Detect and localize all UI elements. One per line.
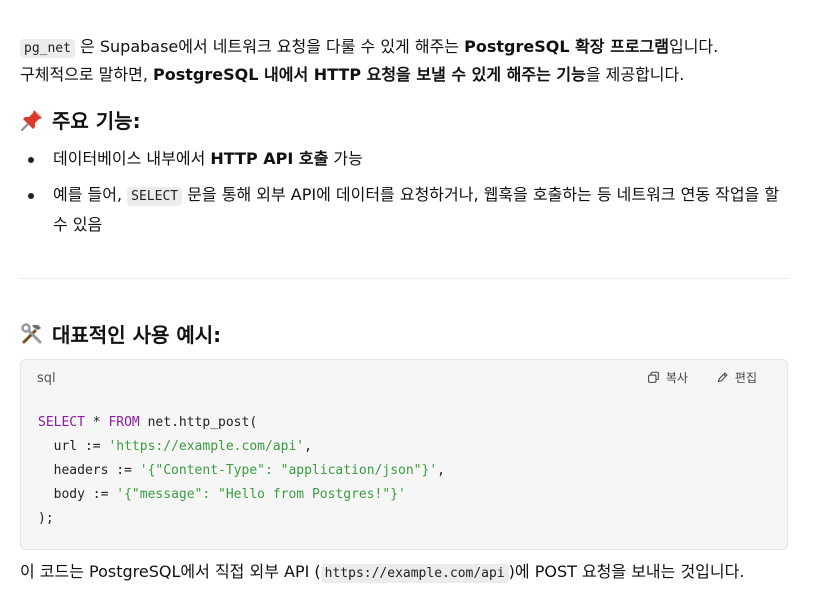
text-run: 구체적으로 말하면,: [20, 65, 154, 84]
text-run: 을 제공합니다.: [585, 65, 685, 84]
code-string: 'https://example.com/api': [108, 439, 305, 454]
intro-line-1: pg_net 은 Supabase에서 네트워크 요청을 다룰 수 있게 해주는…: [20, 36, 718, 60]
code-token: ,: [437, 463, 445, 478]
inline-code: https://example.com/api: [320, 564, 509, 583]
code-string: '{"Content-Type": "application/json"}': [139, 463, 438, 478]
text-run: 이 코드는 PostgreSQL에서 직접 외부 API (: [20, 562, 321, 581]
list-item-text: 데이터베이스 내부에서 HTTP API 호출 가능: [53, 145, 788, 173]
code-line: );: [38, 507, 445, 531]
footer-text: 이 코드는 PostgreSQL에서 직접 외부 API (https://ex…: [20, 560, 744, 586]
edit-button[interactable]: 편집: [716, 369, 757, 386]
code-content: SELECT * FROM net.http_post( url := 'htt…: [38, 411, 445, 531]
edit-label: 편집: [734, 371, 757, 385]
inline-code: SELECT: [127, 187, 183, 206]
copy-label: 복사: [665, 371, 688, 385]
pencil-icon: [717, 372, 728, 383]
code-token: headers :=: [38, 463, 140, 478]
copy-button[interactable]: 복사: [647, 369, 688, 386]
code-keyword: SELECT: [38, 415, 85, 430]
bullet-dot: [28, 193, 34, 199]
examples-heading-text: 대표적인 사용 예시:: [52, 323, 222, 347]
chat-message: pg_net 은 Supabase에서 네트워크 요청을 다룰 수 있게 해주는…: [20, 0, 790, 608]
inline-code: pg_net: [20, 39, 75, 58]
intro-line-2: 구체적으로 말하면, PostgreSQL 내에서 HTTP 요청을 보낼 수 …: [20, 64, 684, 86]
hammer-wrench-icon: [20, 322, 44, 346]
text-run: 은 Supabase에서 네트워크 요청을 다룰 수 있게 해주는: [74, 37, 465, 56]
text-run: )에 POST 요청을 보내는 것입니다.: [508, 562, 745, 581]
code-keyword: FROM: [108, 415, 140, 430]
features-heading-text: 주요 기능:: [52, 109, 141, 133]
text-run: 데이터베이스 내부에서: [53, 149, 211, 168]
code-token: *: [84, 415, 109, 430]
code-language-label: sql: [37, 371, 56, 386]
code-token: url :=: [38, 439, 109, 454]
code-block: sql 복사 편집 SELECT * FROM net.http_post( u…: [20, 359, 788, 550]
bold-text: PostgreSQL 확장 프로그램: [464, 37, 669, 56]
code-actions: 복사 편집: [647, 369, 757, 386]
text-run: 가능: [328, 149, 363, 168]
code-line: headers := '{"Content-Type": "applicatio…: [38, 459, 445, 483]
code-string: '{"message": "Hello from Postgres!"}': [116, 487, 406, 502]
features-heading: 주요 기능:: [20, 107, 141, 135]
code-line: url := 'https://example.com/api',: [38, 435, 445, 459]
text-run: 입니다.: [668, 37, 719, 56]
pushpin-icon: [20, 108, 44, 132]
divider: [20, 278, 790, 279]
code-token: ,: [304, 439, 312, 454]
list-item-text: 예를 들어, SELECT 문을 통해 외부 API에 데이터를 요청하거나, …: [53, 181, 788, 239]
examples-heading: 대표적인 사용 예시:: [20, 321, 221, 349]
bullet-dot: [28, 157, 34, 163]
bold-text: PostgreSQL 내에서 HTTP 요청을 보낼 수 있게 해주는 기능: [153, 65, 586, 84]
code-token: body :=: [38, 487, 117, 502]
code-line: body := '{"message": "Hello from Postgre…: [38, 483, 445, 507]
copy-icon: [647, 371, 659, 383]
code-token: );: [38, 511, 54, 526]
text-run: 예를 들어,: [53, 185, 128, 204]
bold-text: HTTP API 호출: [210, 149, 329, 168]
code-line: SELECT * FROM net.http_post(: [38, 411, 445, 435]
code-token: net.http_post(: [139, 415, 258, 430]
